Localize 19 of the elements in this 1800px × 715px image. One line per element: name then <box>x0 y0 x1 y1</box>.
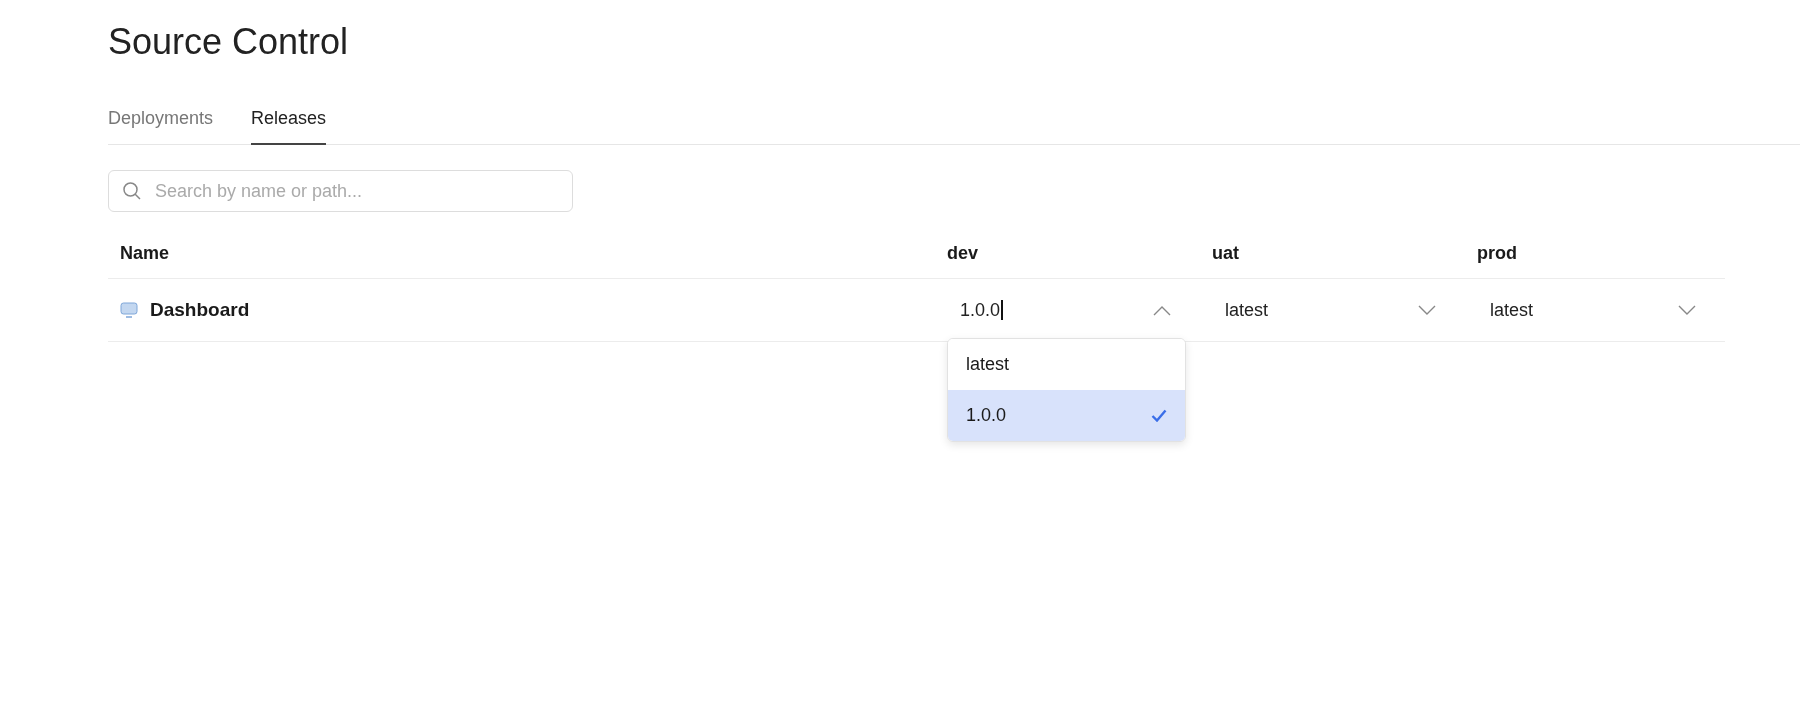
dropdown-option[interactable]: latest <box>948 338 1185 390</box>
version-select[interactable]: latest <box>1200 299 1437 321</box>
tab[interactable]: Deployments <box>108 108 214 145</box>
page-title: Source Control <box>108 20 350 64</box>
version-select[interactable]: latest <box>1465 299 1697 321</box>
search-field[interactable]: Search by name or path... <box>108 170 573 212</box>
monitor-icon <box>120 302 138 318</box>
check-icon <box>1151 408 1167 422</box>
dropdown-option[interactable]: 1.0.0 <box>948 389 1185 441</box>
row-name: Dashboard <box>150 299 250 321</box>
column-header: Name <box>119 242 171 264</box>
version-select[interactable]: 1.0.0 <box>935 299 1172 321</box>
caret-icon <box>1677 304 1697 316</box>
column-header: uat <box>1211 242 1240 264</box>
column-header: dev <box>946 242 980 264</box>
tab[interactable]: Releases <box>251 108 327 145</box>
column-header: prod <box>1476 242 1518 264</box>
caret-icon <box>1417 304 1437 316</box>
caret-icon <box>1152 304 1172 316</box>
